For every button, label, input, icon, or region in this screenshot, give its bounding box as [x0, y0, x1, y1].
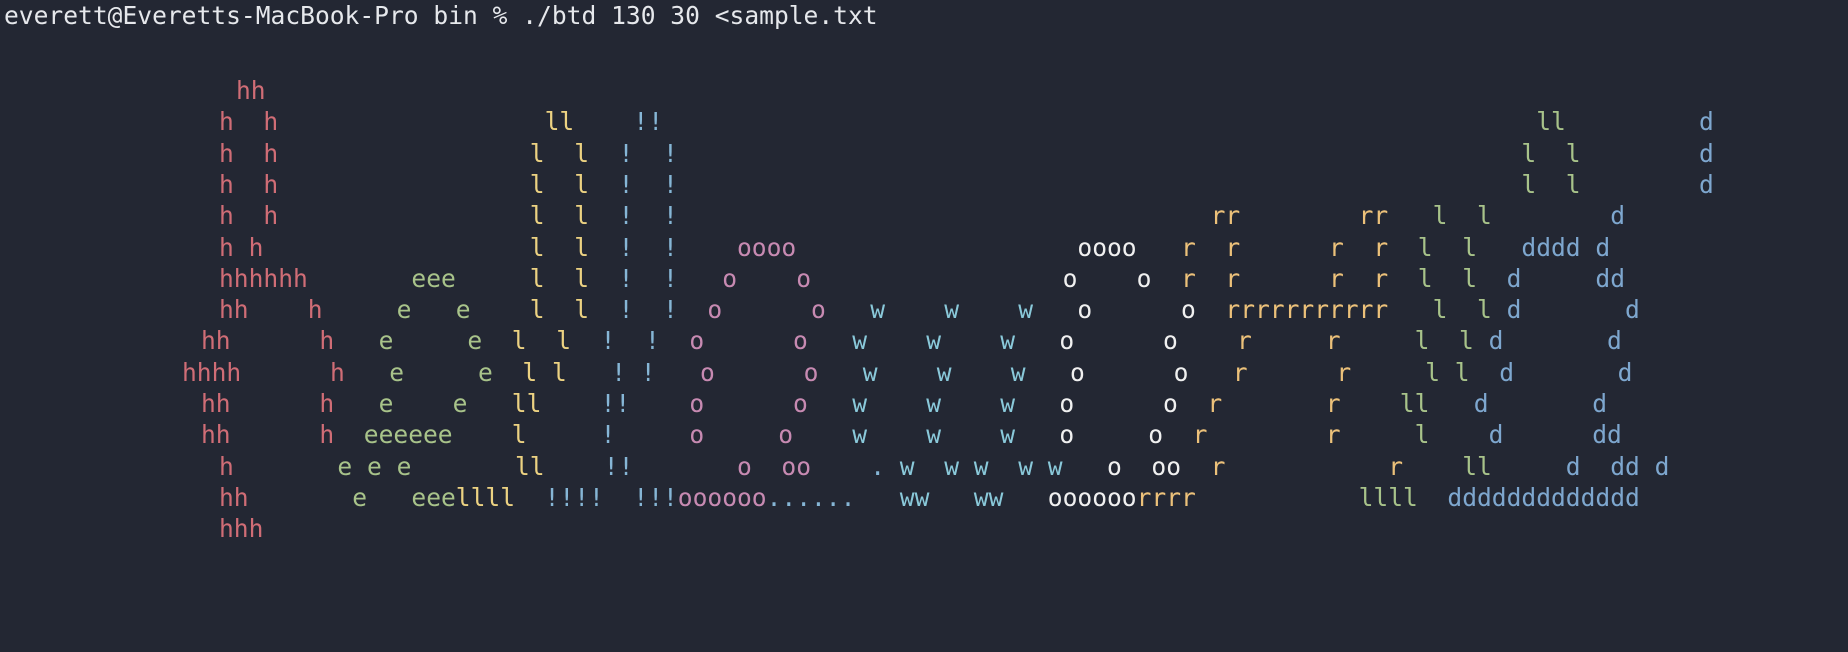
ascii-art-output: h h h h l l!! l l d h h l l!! l l d h h l l!! l l d h h l l!! r r r r l…: [4, 72, 1844, 632]
art-char: h: [219, 514, 234, 544]
art-char: h: [233, 514, 249, 544]
art-char: h: [248, 514, 264, 544]
art-row: hhh: [4, 510, 1844, 547]
command-prompt: everett@Everetts-MacBook-Pro bin % ./btd…: [4, 1, 878, 30]
terminal-window[interactable]: everett@Everetts-MacBook-Pro bin % ./btd…: [0, 0, 1848, 652]
